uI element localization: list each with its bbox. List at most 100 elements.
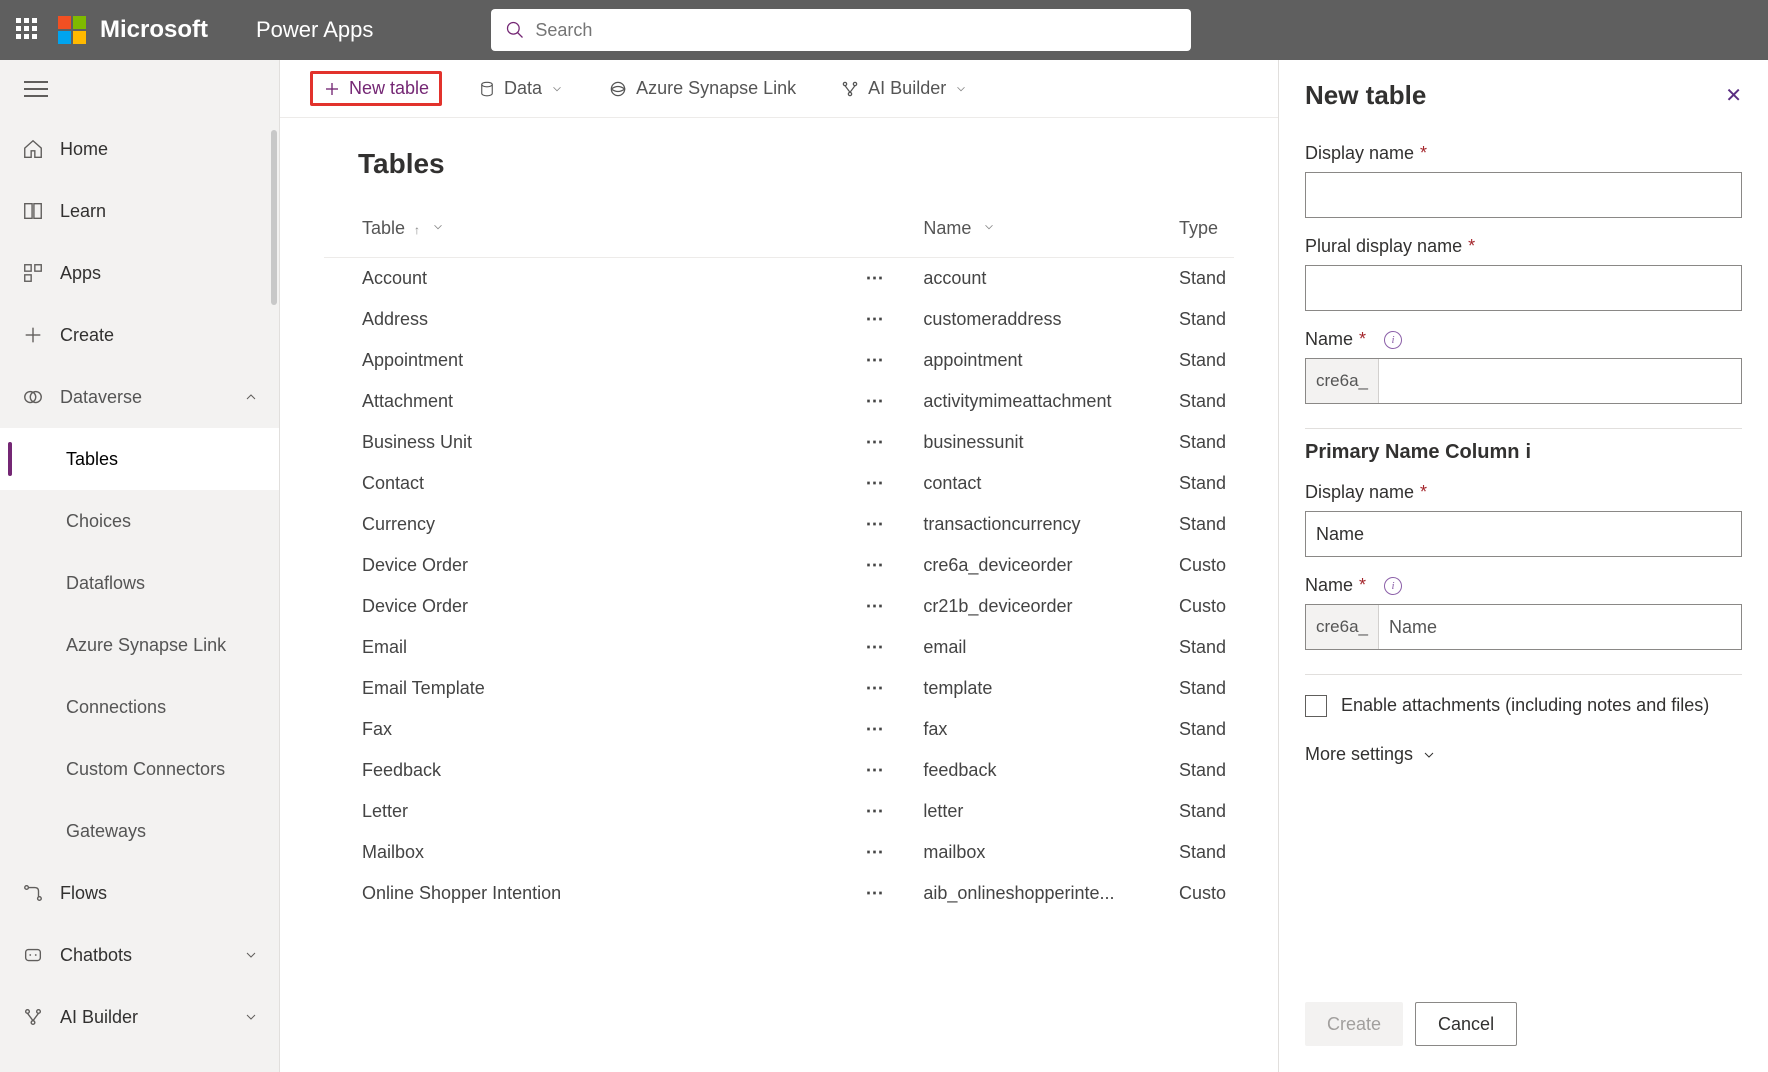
sidebar-item-label: Custom Connectors bbox=[66, 759, 225, 780]
sidebar-item-gateways[interactable]: Gateways bbox=[0, 800, 279, 862]
row-type-cell: Stand bbox=[1171, 258, 1234, 300]
row-menu-icon[interactable]: ⋯ bbox=[858, 750, 916, 791]
row-menu-icon[interactable]: ⋯ bbox=[858, 381, 916, 422]
row-menu-icon[interactable]: ⋯ bbox=[858, 709, 916, 750]
name-input[interactable]: cre6a_ bbox=[1305, 358, 1742, 404]
chevron-down-icon bbox=[243, 1009, 259, 1025]
col-header-name[interactable]: Name bbox=[915, 208, 1171, 258]
primary-display-name-input[interactable]: Name bbox=[1305, 511, 1742, 557]
sidebar-item-label: Chatbots bbox=[60, 945, 132, 966]
row-menu-icon[interactable]: ⋯ bbox=[858, 340, 916, 381]
row-name-cell: appointment bbox=[915, 340, 1171, 381]
row-menu-icon[interactable]: ⋯ bbox=[858, 504, 916, 545]
new-table-button[interactable]: New table bbox=[310, 71, 442, 106]
row-menu-icon[interactable]: ⋯ bbox=[858, 422, 916, 463]
create-button[interactable]: Create bbox=[1305, 1002, 1403, 1046]
sidebar-item-label: AI Builder bbox=[60, 1007, 138, 1028]
app-launcher-icon[interactable] bbox=[16, 18, 40, 42]
enable-attachments-checkbox[interactable]: Enable attachments (including notes and … bbox=[1305, 693, 1742, 718]
table-row[interactable]: Letter⋯letterStand bbox=[324, 791, 1234, 832]
table-row[interactable]: Account⋯accountStand bbox=[324, 258, 1234, 300]
data-button[interactable]: Data bbox=[470, 72, 572, 105]
sidebar-item-apps[interactable]: Apps bbox=[0, 242, 279, 304]
table-row[interactable]: Device Order⋯cr21b_deviceorderCusto bbox=[324, 586, 1234, 627]
new-table-panel: New table ✕ Display name* Plural display… bbox=[1278, 60, 1768, 1072]
synapse-button[interactable]: Azure Synapse Link bbox=[600, 72, 804, 105]
col-header-table[interactable]: Table ↑ bbox=[324, 208, 858, 258]
row-menu-icon[interactable]: ⋯ bbox=[858, 586, 916, 627]
flow-icon bbox=[22, 882, 44, 904]
table-row[interactable]: Fax⋯faxStand bbox=[324, 709, 1234, 750]
sidebar-item-custom-connectors[interactable]: Custom Connectors bbox=[0, 738, 279, 800]
table-row[interactable]: Address⋯customeraddressStand bbox=[324, 299, 1234, 340]
info-icon[interactable]: i bbox=[1384, 577, 1402, 595]
row-table-cell: Account bbox=[324, 258, 858, 300]
table-row[interactable]: Mailbox⋯mailboxStand bbox=[324, 832, 1234, 873]
ai-builder-button[interactable]: AI Builder bbox=[832, 72, 976, 105]
sidebar-item-synapse[interactable]: Azure Synapse Link bbox=[0, 614, 279, 676]
sidebar-item-connections[interactable]: Connections bbox=[0, 676, 279, 738]
table-row[interactable]: Email⋯emailStand bbox=[324, 627, 1234, 668]
row-menu-icon[interactable]: ⋯ bbox=[858, 873, 916, 914]
row-menu-icon[interactable]: ⋯ bbox=[858, 791, 916, 832]
book-icon bbox=[22, 200, 44, 222]
display-name-input[interactable] bbox=[1305, 172, 1742, 218]
checkbox-icon[interactable] bbox=[1305, 695, 1327, 717]
row-type-cell: Stand bbox=[1171, 709, 1234, 750]
row-name-cell: cr21b_deviceorder bbox=[915, 586, 1171, 627]
row-menu-icon[interactable]: ⋯ bbox=[858, 545, 916, 586]
sidebar-item-learn[interactable]: Learn bbox=[0, 180, 279, 242]
sidebar-item-home[interactable]: Home bbox=[0, 118, 279, 180]
plural-display-name-label: Plural display name* bbox=[1305, 236, 1742, 257]
info-icon[interactable]: i bbox=[1384, 331, 1402, 349]
primary-name-input[interactable]: cre6a_ Name bbox=[1305, 604, 1742, 650]
more-settings-toggle[interactable]: More settings bbox=[1305, 744, 1742, 765]
hamburger-icon[interactable] bbox=[24, 81, 48, 97]
row-name-cell: account bbox=[915, 258, 1171, 300]
row-menu-icon[interactable]: ⋯ bbox=[858, 627, 916, 668]
sidebar-item-dataverse[interactable]: Dataverse bbox=[0, 366, 279, 428]
sidebar-scrollbar[interactable] bbox=[271, 130, 277, 305]
sidebar-item-dataflows[interactable]: Dataflows bbox=[0, 552, 279, 614]
sidebar-item-flows[interactable]: Flows bbox=[0, 862, 279, 924]
table-row[interactable]: Email Template⋯templateStand bbox=[324, 668, 1234, 709]
row-table-cell: Email bbox=[324, 627, 858, 668]
row-type-cell: Stand bbox=[1171, 381, 1234, 422]
row-menu-icon[interactable]: ⋯ bbox=[858, 463, 916, 504]
table-row[interactable]: Attachment⋯activitymimeattachmentStand bbox=[324, 381, 1234, 422]
search-input[interactable] bbox=[535, 20, 1177, 41]
sidebar-item-chatbots[interactable]: Chatbots bbox=[0, 924, 279, 986]
chevron-down-icon bbox=[954, 82, 968, 96]
col-header-type[interactable]: Type bbox=[1171, 208, 1234, 258]
table-row[interactable]: Currency⋯transactioncurrencyStand bbox=[324, 504, 1234, 545]
sidebar-item-tables[interactable]: Tables bbox=[0, 428, 279, 490]
row-table-cell: Device Order bbox=[324, 545, 858, 586]
table-row[interactable]: Feedback⋯feedbackStand bbox=[324, 750, 1234, 791]
row-menu-icon[interactable]: ⋯ bbox=[858, 668, 916, 709]
row-table-cell: Device Order bbox=[324, 586, 858, 627]
search-box[interactable] bbox=[491, 9, 1191, 51]
sidebar-item-ai-builder[interactable]: AI Builder bbox=[0, 986, 279, 1048]
sidebar-item-label: Flows bbox=[60, 883, 107, 904]
table-row[interactable]: Online Shopper Intention⋯aib_onlineshopp… bbox=[324, 873, 1234, 914]
sidebar-item-choices[interactable]: Choices bbox=[0, 490, 279, 552]
tables-grid: Table ↑ Name Type Acco bbox=[324, 208, 1234, 914]
table-row[interactable]: Device Order⋯cre6a_deviceorderCusto bbox=[324, 545, 1234, 586]
sidebar-item-label: Home bbox=[60, 139, 108, 160]
table-row[interactable]: Business Unit⋯businessunitStand bbox=[324, 422, 1234, 463]
row-menu-icon[interactable]: ⋯ bbox=[858, 832, 916, 873]
primary-name-label: Name* i bbox=[1305, 575, 1742, 596]
chevron-up-icon bbox=[243, 389, 259, 405]
plus-icon bbox=[323, 80, 341, 98]
sidebar-item-create[interactable]: Create bbox=[0, 304, 279, 366]
close-icon[interactable]: ✕ bbox=[1725, 83, 1742, 108]
table-row[interactable]: Appointment⋯appointmentStand bbox=[324, 340, 1234, 381]
database-icon bbox=[478, 80, 496, 98]
row-menu-icon[interactable]: ⋯ bbox=[858, 299, 916, 340]
row-menu-icon[interactable]: ⋯ bbox=[858, 258, 916, 300]
info-icon[interactable]: i bbox=[1526, 441, 1532, 464]
plural-display-name-input[interactable] bbox=[1305, 265, 1742, 311]
cancel-button[interactable]: Cancel bbox=[1415, 1002, 1517, 1046]
table-row[interactable]: Contact⋯contactStand bbox=[324, 463, 1234, 504]
sidebar-item-label: Tables bbox=[66, 449, 118, 470]
